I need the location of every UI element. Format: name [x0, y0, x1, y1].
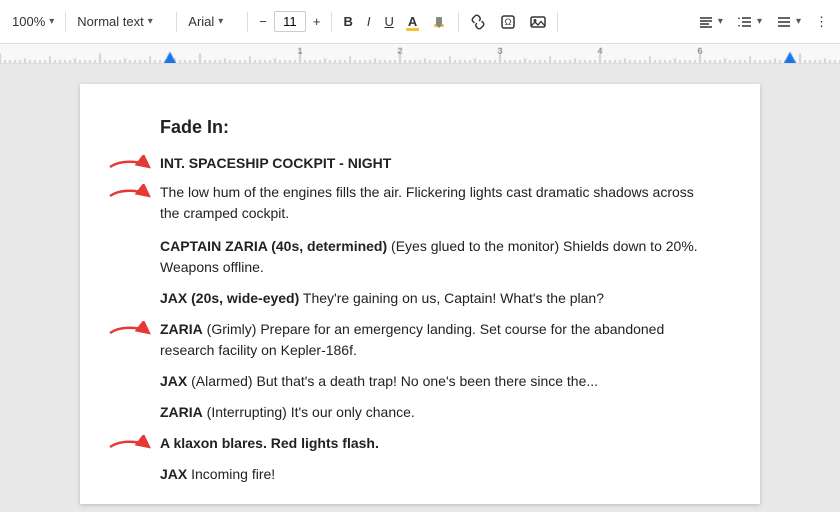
char5-dialogue: ZARIA (Interrupting) It's our only chanc… — [160, 402, 700, 423]
insert-image-icon — [530, 14, 546, 30]
font-size-group: − + — [253, 10, 326, 33]
ruler — [0, 44, 840, 64]
font-size-input[interactable] — [274, 11, 306, 32]
link-icon — [470, 14, 486, 30]
insert-special-button[interactable]: Ω — [494, 10, 522, 34]
char1-name: CAPTAIN ZARIA (40s, determined) — [160, 238, 387, 254]
list-options-dropdown[interactable]: ▾ — [770, 10, 807, 34]
char5-line: It's our only chance. — [291, 404, 415, 420]
bold-button[interactable]: B — [337, 10, 358, 33]
char5-direction-text: (Interrupting) — [207, 404, 287, 420]
sep3 — [247, 12, 248, 32]
char2-dialogue: JAX (20s, wide-eyed) They're gaining on … — [160, 288, 700, 309]
arrow-action — [105, 184, 155, 208]
char1-dialogue: CAPTAIN ZARIA (40s, determined) (Eyes gl… — [160, 236, 700, 278]
text-color-button[interactable]: A — [402, 10, 423, 33]
underline-button[interactable]: U — [378, 10, 399, 33]
italic-button[interactable]: I — [361, 10, 377, 33]
font-label: Arial — [188, 14, 214, 29]
char6-dialogue: JAX Incoming fire! — [160, 464, 700, 485]
align-icon — [698, 14, 714, 30]
char3-direction-text: (Grimly) — [207, 321, 257, 337]
char4-dialogue: JAX (Alarmed) But that's a death trap! N… — [160, 371, 700, 392]
highlighter-icon — [431, 14, 447, 30]
toolbar: 100% ▾ Normal text ▾ Arial ▾ − + B I U A — [0, 0, 840, 44]
char3-name: ZARIA — [160, 321, 203, 337]
line-spacing-icon — [737, 14, 753, 30]
char4-line: But that's a death trap! No one's been t… — [256, 373, 598, 389]
spacing-chevron: ▾ — [757, 16, 762, 27]
char2-text: JAX (20s, wide-eyed) They're gaining on … — [160, 288, 700, 309]
action-line: The low hum of the engines fills the air… — [160, 182, 700, 224]
style-chevron: ▾ — [148, 16, 153, 27]
align-chevron: ▾ — [718, 16, 723, 27]
text-color-label: A — [408, 14, 417, 29]
document-page: Fade In: INT. SPACESHIP COCKPIT - NIGHT … — [80, 84, 760, 504]
char6-name: JAX — [160, 466, 187, 482]
style-label: Normal text — [77, 14, 143, 29]
document-area[interactable]: Fade In: INT. SPACESHIP COCKPIT - NIGHT … — [0, 64, 840, 512]
char2-name: JAX (20s, wide-eyed) — [160, 290, 299, 306]
sep5 — [458, 12, 459, 32]
sep4 — [331, 12, 332, 32]
list-chevron: ▾ — [796, 16, 801, 27]
more-icon: ⋮ — [815, 14, 828, 30]
action-text: The low hum of the engines fills the air… — [160, 182, 700, 224]
char1-direction-text: (Eyes glued to the monitor) — [391, 238, 559, 254]
fade-in-line: Fade In: — [160, 114, 700, 141]
sep6 — [557, 12, 558, 32]
char1-text: CAPTAIN ZARIA (40s, determined) (Eyes gl… — [160, 236, 700, 278]
char5-text: ZARIA (Interrupting) It's our only chanc… — [160, 402, 700, 423]
highlight-button[interactable] — [425, 10, 453, 34]
action-bold-text: A klaxon blares. Red lights flash. — [160, 433, 700, 454]
style-dropdown[interactable]: Normal text ▾ — [71, 10, 171, 33]
color-bar — [406, 28, 419, 31]
char6-line: Incoming fire! — [191, 466, 275, 482]
insert-image-button[interactable] — [524, 10, 552, 34]
char4-name: JAX — [160, 373, 187, 389]
font-size-decrease[interactable]: − — [253, 10, 273, 33]
more-options-dropdown[interactable]: ⋮ — [809, 10, 834, 34]
font-chevron: ▾ — [218, 16, 223, 27]
scene-heading-line: INT. SPACESHIP COCKPIT - NIGHT — [160, 153, 700, 174]
arrow-scene — [105, 155, 155, 179]
sep2 — [176, 12, 177, 32]
arrow-action-bold — [105, 435, 155, 459]
line-spacing-dropdown[interactable]: ▾ — [731, 10, 768, 34]
insert-special-icon: Ω — [500, 14, 516, 30]
char5-name: ZARIA — [160, 404, 203, 420]
zoom-dropdown[interactable]: 100% ▾ — [6, 10, 60, 33]
svg-text:Ω: Ω — [505, 17, 512, 27]
zoom-label: 100% — [12, 14, 45, 29]
list-options-icon — [776, 14, 792, 30]
char4-text: JAX (Alarmed) But that's a death trap! N… — [160, 371, 700, 392]
font-dropdown[interactable]: Arial ▾ — [182, 10, 242, 33]
toolbar-right: ▾ ▾ ▾ ⋮ — [692, 10, 834, 34]
char6-text: JAX Incoming fire! — [160, 464, 700, 485]
scene-heading-text: INT. SPACESHIP COCKPIT - NIGHT — [160, 153, 700, 174]
font-size-increase[interactable]: + — [307, 10, 327, 33]
char2-line: They're gaining on us, Captain! What's t… — [303, 290, 604, 306]
ruler-canvas — [0, 44, 840, 63]
align-dropdown[interactable]: ▾ — [692, 10, 729, 34]
arrow-zaria — [105, 321, 155, 345]
sep1 — [65, 12, 66, 32]
action-bold-line: A klaxon blares. Red lights flash. — [160, 433, 700, 454]
link-button[interactable] — [464, 10, 492, 34]
char3-dialogue: ZARIA (Grimly) Prepare for an emergency … — [160, 319, 700, 361]
char4-direction-text: (Alarmed) — [191, 373, 252, 389]
zoom-chevron: ▾ — [49, 16, 54, 27]
fade-in-text: Fade In: — [160, 114, 700, 141]
char3-text: ZARIA (Grimly) Prepare for an emergency … — [160, 319, 700, 361]
